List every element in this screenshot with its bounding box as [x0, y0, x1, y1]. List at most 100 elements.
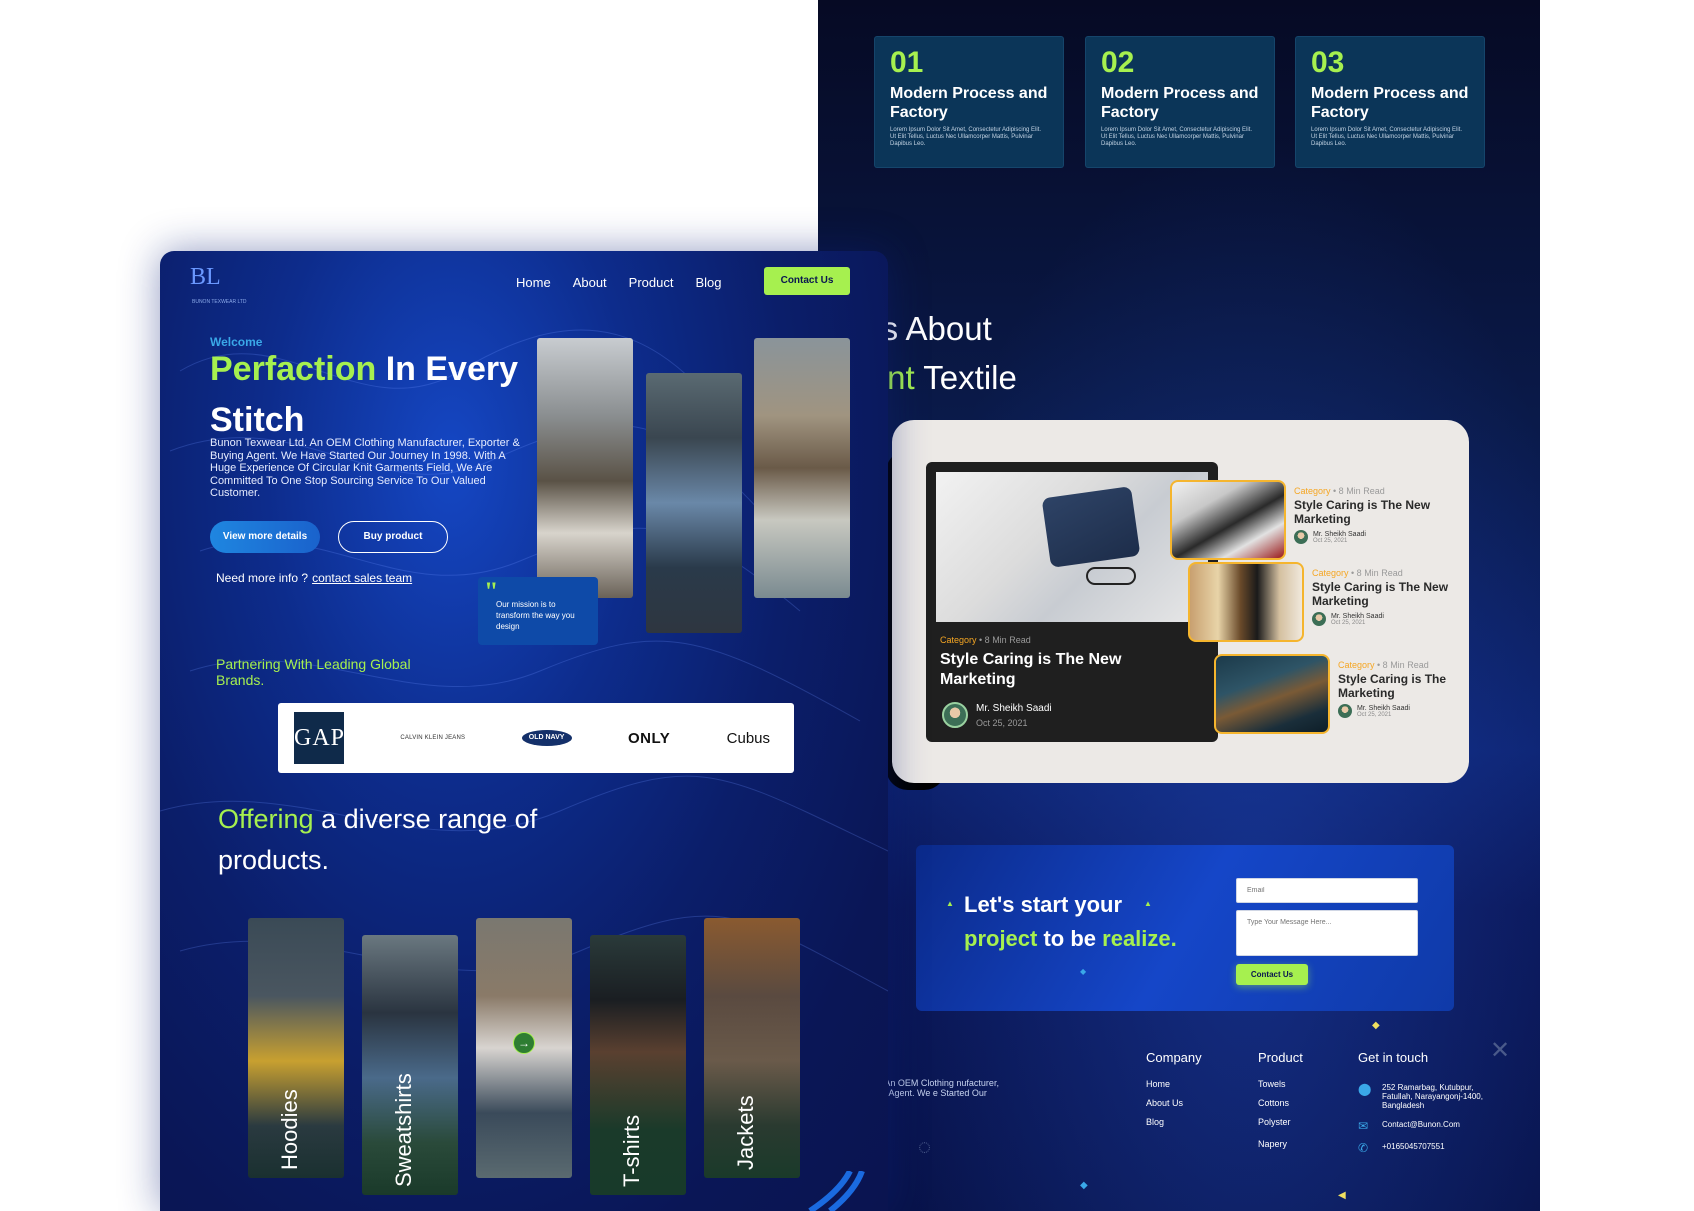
arrow-right-icon[interactable]: →	[513, 1032, 535, 1054]
blog-title: rticles About arment Textile	[818, 304, 1312, 402]
triangle-decor-icon: ◀	[1338, 1190, 1346, 1201]
post-date: Oct 25, 2021	[976, 717, 1028, 728]
quote-text: Our mission is to transform the way you …	[496, 600, 575, 631]
footer-heading: Product	[1258, 1050, 1303, 1065]
diamond-decor-icon: ◆	[1080, 1180, 1088, 1191]
location-pin-icon: ⬤	[1358, 1082, 1372, 1096]
address-text: 252 Ramarbag, Kutubpur, Fatullah, Naraya…	[1382, 1083, 1483, 1110]
partners-heading: Partnering With Leading Global Brands.	[216, 656, 411, 688]
nav-blog[interactable]: Blog	[695, 275, 721, 290]
right-page-preview: 01 Modern Process and Factory Lorem Ipsu…	[818, 0, 1540, 1211]
swirl-decor-icon: ◌	[918, 1134, 932, 1159]
nav-product[interactable]: Product	[629, 275, 674, 290]
product-label: Jackets	[733, 1095, 758, 1170]
hero-description: Bunon Texwear Ltd. An OEM Clothing Manuf…	[210, 437, 520, 499]
mail-icon: ✉	[1358, 1119, 1369, 1133]
brand-logo-calvin-klein: CALVIN KLEIN JEANS	[400, 735, 466, 741]
nav-about[interactable]: About	[573, 275, 607, 290]
feature-text: Lorem Ipsum Dolor Sit Amet, Consectetur …	[1311, 127, 1463, 147]
offering-heading: Offering a diverse range of products.	[218, 804, 538, 875]
hero-image-model	[754, 338, 850, 598]
author-name: Mr. Sheikh Saadi	[976, 702, 1052, 714]
post-meta: Category • 8 Min Read	[1338, 660, 1429, 670]
side-post[interactable]: Category • 8 Min Read Style Caring is Th…	[1214, 654, 1486, 734]
phone-text[interactable]: +0165045707551	[1382, 1142, 1498, 1151]
product-card-featured[interactable]: →	[476, 918, 572, 1178]
post-date: Oct 25, 2021	[1331, 619, 1366, 626]
author-name: Mr. Sheikh Saadi	[1331, 612, 1384, 620]
arc-decor-icon	[808, 1171, 865, 1211]
feature-title: Modern Process and Factory	[1311, 85, 1469, 121]
footer-link-home[interactable]: Home	[1146, 1079, 1202, 1089]
product-card-jackets[interactable]: Jackets	[704, 918, 800, 1178]
product-label: T-shirts	[619, 1114, 644, 1187]
view-details-button[interactable]: View more details	[210, 521, 320, 553]
nav-home[interactable]: Home	[516, 275, 551, 290]
footer-heading: Company	[1146, 1050, 1202, 1065]
triangle-decor-icon: ▲	[946, 899, 954, 908]
feature-title: Modern Process and Factory	[1101, 85, 1259, 121]
feature-card: 02 Modern Process and Factory Lorem Ipsu…	[1085, 36, 1275, 168]
contact-sales-link[interactable]: contact sales team	[312, 571, 412, 585]
product-label: Hoodies	[277, 1089, 302, 1170]
mission-quote: " Our mission is to transform the way yo…	[478, 577, 598, 645]
feature-number: 01	[890, 46, 924, 79]
side-post[interactable]: Category • 8 Min Read Style Caring is Th…	[1188, 562, 1460, 642]
feature-text: Lorem Ipsum Dolor Sit Amet, Consectetur …	[890, 127, 1042, 147]
footer-link-blog[interactable]: Blog	[1146, 1117, 1202, 1127]
avatar	[942, 702, 968, 728]
post-meta: Category • 8 Min Read	[940, 635, 1031, 645]
post-title[interactable]: Style Caring is The Marketing	[1338, 672, 1486, 700]
contact-cta-card: Let's start your project to be realize. …	[916, 845, 1454, 1011]
footer-link-napery[interactable]: Napery	[1258, 1139, 1303, 1149]
phone-icon: ✆	[1358, 1141, 1369, 1155]
email-field[interactable]	[1236, 878, 1418, 903]
triangle-decor-icon: ▲	[1144, 899, 1152, 908]
left-page-preview: BL BUNON TEXWEAR LTD Home About Product B…	[160, 251, 888, 1211]
quote-icon: "	[484, 577, 499, 606]
featured-post-image	[936, 472, 1208, 622]
cta-contact-button[interactable]: Contact Us	[1236, 964, 1308, 985]
hero-image-tailor	[537, 338, 633, 598]
footer-link-polyster[interactable]: Polyster	[1258, 1117, 1303, 1127]
brand-logo-only: ONLY	[627, 729, 671, 747]
buy-product-button[interactable]: Buy product	[338, 521, 448, 553]
footer-heading: Get in touch	[1358, 1050, 1429, 1065]
brand-logo-old-navy: OLD NAVY	[521, 730, 572, 746]
product-card-sweatshirts[interactable]: Sweatshirts	[362, 935, 458, 1195]
avatar	[1294, 530, 1308, 544]
footer-product-column: Product Towels Cottons Polyster Napery	[1258, 1050, 1303, 1149]
post-meta: Category • 8 Min Read	[1294, 486, 1385, 496]
email-text[interactable]: Contact@Bunon.Com	[1382, 1120, 1498, 1129]
hero-image-model	[646, 373, 742, 633]
feature-card: 03 Modern Process and Factory Lorem Ipsu…	[1295, 36, 1485, 168]
post-date: Oct 25, 2021	[1357, 711, 1392, 718]
product-card-tshirts[interactable]: T-shirts	[590, 935, 686, 1195]
author-name: Mr. Sheikh Saadi	[1357, 704, 1410, 712]
post-date: Oct 25, 2021	[1313, 537, 1348, 544]
brand-logo-gap: GAP	[294, 712, 344, 764]
product-label: Sweatshirts	[391, 1073, 416, 1187]
footer-link-cottons[interactable]: Cottons	[1258, 1098, 1303, 1108]
message-field[interactable]	[1236, 910, 1418, 956]
post-title[interactable]: Style Caring is The New Marketing	[940, 650, 1170, 690]
post-title[interactable]: Style Caring is The New Marketing	[1294, 498, 1442, 526]
post-meta: Category • 8 Min Read	[1312, 568, 1403, 578]
site-logo[interactable]: BL BUNON TEXWEAR LTD	[190, 265, 250, 305]
feature-number: 03	[1311, 46, 1345, 79]
post-author: Mr. Sheikh Saadi Oct 25, 2021	[942, 702, 1052, 728]
side-post[interactable]: Category • 8 Min Read Style Caring is Th…	[1170, 480, 1442, 560]
footer-link-towels[interactable]: Towels	[1258, 1079, 1303, 1089]
post-title[interactable]: Style Caring is The New Marketing	[1312, 580, 1460, 608]
product-card-hoodies[interactable]: Hoodies	[248, 918, 344, 1178]
brand-logo-strip: GAP CALVIN KLEIN JEANS OLD NAVY ONLY Cub…	[278, 703, 794, 773]
blog-title-rest: Textile	[914, 359, 1017, 396]
avatar	[1312, 612, 1326, 626]
header-contact-button[interactable]: Contact Us	[764, 267, 850, 295]
brand-logo-cubus: Cubus	[726, 729, 770, 747]
footer-link-about[interactable]: About Us	[1146, 1098, 1202, 1108]
post-thumbnail	[1214, 654, 1330, 734]
diamond-decor-icon: ◆	[1080, 967, 1087, 976]
post-thumbnail	[1188, 562, 1304, 642]
avatar	[1338, 704, 1352, 718]
